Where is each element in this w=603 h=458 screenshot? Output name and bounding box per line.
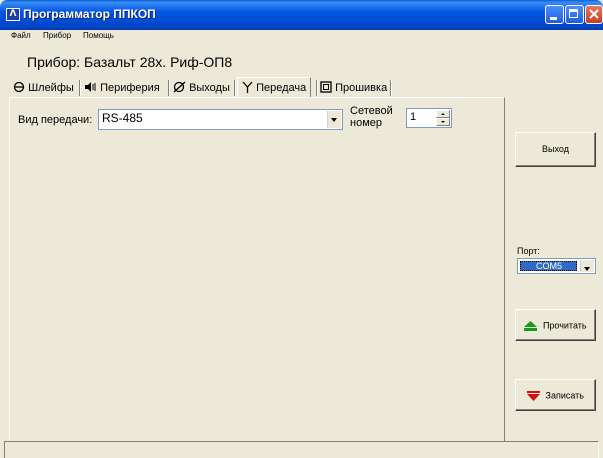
output-icon bbox=[173, 81, 186, 93]
network-number-value[interactable]: 1 bbox=[410, 111, 416, 123]
chevron-down-icon[interactable] bbox=[580, 260, 594, 272]
speaker-icon bbox=[85, 82, 96, 92]
network-number-label: Сетевой номер bbox=[350, 105, 393, 129]
read-button-label: Прочитать bbox=[542, 320, 587, 331]
write-button[interactable]: Записать bbox=[515, 379, 596, 411]
port-label: Порт: bbox=[517, 246, 540, 256]
tab-outputs[interactable]: Выходы bbox=[173, 79, 230, 97]
transmission-type-select[interactable]: RS-485 bbox=[98, 109, 343, 130]
eject-icon bbox=[524, 320, 538, 331]
title-bar[interactable]: Λ Программатор ППКОП bbox=[0, 0, 603, 30]
loop-icon bbox=[13, 81, 25, 93]
tab-outputs-label: Выходы bbox=[189, 82, 230, 94]
menu-bar: Файл Прибор Помощь bbox=[0, 30, 603, 43]
minimize-icon bbox=[550, 17, 557, 20]
network-number-label-line1: Сетевой bbox=[350, 105, 393, 117]
tab-separator bbox=[168, 80, 170, 96]
status-bar bbox=[4, 441, 599, 458]
close-icon bbox=[589, 9, 599, 19]
tab-separator bbox=[390, 80, 392, 96]
network-number-label-line2: номер bbox=[350, 117, 382, 129]
chip-icon bbox=[320, 81, 332, 93]
tab-transmission[interactable]: Передача bbox=[237, 77, 312, 97]
tab-firmware[interactable]: Прошивка bbox=[320, 79, 387, 97]
menu-device[interactable]: Прибор bbox=[43, 31, 71, 40]
tab-loops-label: Шлейфы bbox=[28, 82, 74, 94]
close-button[interactable] bbox=[585, 5, 603, 24]
chevron-down-icon[interactable] bbox=[327, 111, 341, 128]
antenna-icon bbox=[242, 81, 253, 93]
write-down-icon bbox=[527, 390, 540, 401]
tab-transmission-label: Передача bbox=[256, 82, 307, 94]
maximize-icon bbox=[569, 9, 578, 18]
maximize-button[interactable] bbox=[565, 5, 584, 24]
tab-loops[interactable]: Шлейфы bbox=[13, 79, 74, 97]
port-value: COM5 bbox=[536, 261, 563, 271]
tab-panel bbox=[9, 97, 505, 442]
tab-separator bbox=[316, 80, 318, 96]
tab-periphery-label: Периферия bbox=[100, 82, 160, 94]
transmission-type-label: Вид передачи: bbox=[18, 114, 93, 126]
app-icon: Λ bbox=[6, 8, 20, 21]
menu-file[interactable]: Файл bbox=[11, 31, 31, 40]
write-button-label: Записать bbox=[545, 390, 584, 401]
exit-button[interactable]: Выход bbox=[515, 132, 596, 167]
window-title: Программатор ППКОП bbox=[23, 7, 156, 21]
tab-separator bbox=[79, 80, 81, 96]
spin-up-icon[interactable] bbox=[436, 110, 450, 118]
tab-firmware-label: Прошивка bbox=[335, 82, 388, 94]
device-title: Прибор: Базальт 28х. Риф-ОП8 bbox=[27, 54, 233, 70]
transmission-type-value: RS-485 bbox=[102, 111, 143, 125]
network-number-spinner[interactable]: 1 bbox=[406, 108, 452, 128]
spin-down-icon[interactable] bbox=[436, 118, 450, 126]
exit-button-label: Выход bbox=[542, 144, 569, 155]
tab-separator bbox=[234, 80, 236, 96]
tab-periphery[interactable]: Периферия bbox=[84, 79, 160, 97]
read-button[interactable]: Прочитать bbox=[515, 309, 596, 341]
menu-help[interactable]: Помощь bbox=[83, 31, 114, 40]
port-select[interactable]: COM5 bbox=[517, 258, 596, 274]
minimize-button[interactable] bbox=[545, 5, 564, 24]
